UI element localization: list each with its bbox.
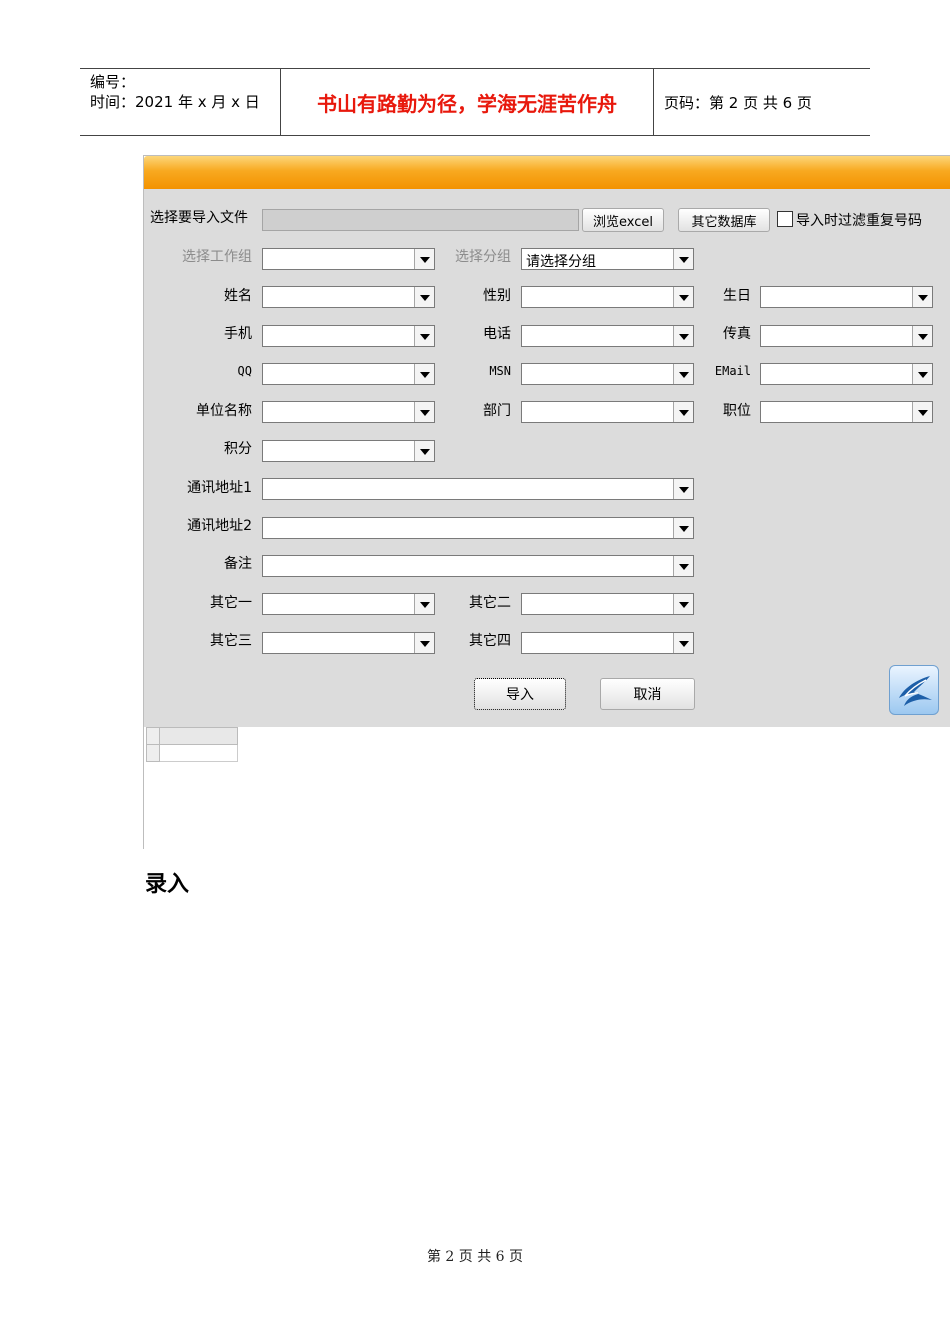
file-label: 选择要导入文件 [150,210,248,226]
chevron-down-icon[interactable] [414,402,434,422]
other4-select[interactable] [521,632,694,654]
other3-select[interactable] [262,632,435,654]
department-label: 部门 [483,403,511,419]
chevron-down-icon[interactable] [414,287,434,307]
chevron-down-icon[interactable] [673,402,693,422]
other-database-button[interactable]: 其它数据库 [678,208,770,232]
msn-label: MSN [489,364,511,378]
gender-label: 性别 [483,288,511,304]
cancel-button[interactable]: 取消 [600,678,695,710]
grid-cell[interactable] [160,745,238,762]
group-label: 选择分组 [455,249,511,265]
phone-select[interactable] [521,325,694,347]
other1-label: 其它一 [210,595,252,611]
header-motto-cell: 书山有路勤为径，学海无涯苦作舟 [281,69,654,135]
points-select[interactable] [262,440,435,462]
other2-label: 其它二 [469,595,511,611]
chevron-down-icon[interactable] [673,633,693,653]
other3-label: 其它三 [210,633,252,649]
swallow-logo-icon[interactable] [889,665,939,715]
data-grid [144,727,950,849]
group-select[interactable]: 请选择分组 [521,248,694,270]
number-label: 编号： [90,73,136,91]
company-label: 单位名称 [196,403,252,419]
remark-select[interactable] [262,555,694,577]
time-label: 时间：2021 年 x 月 x 日 [90,93,260,111]
department-select[interactable] [521,401,694,423]
other2-select[interactable] [521,593,694,615]
grid-row-header[interactable] [146,745,160,762]
swallow-icon [899,676,932,706]
chevron-down-icon[interactable] [673,249,693,269]
address2-select[interactable] [262,517,694,539]
import-form: 选择要导入文件 浏览excel 其它数据库 导入时过滤重复号码 选择工作组 选择… [144,189,950,727]
position-label: 职位 [723,403,751,419]
fax-label: 传真 [723,326,751,342]
chevron-down-icon[interactable] [673,364,693,384]
points-label: 积分 [224,441,252,457]
file-path-input[interactable] [262,209,579,231]
chevron-down-icon[interactable] [912,402,932,422]
chevron-down-icon[interactable] [673,518,693,538]
position-select[interactable] [760,401,933,423]
chevron-down-icon[interactable] [912,287,932,307]
document-header: 编号： 时间：2021 年 x 月 x 日 书山有路勤为径，学海无涯苦作舟 页码… [80,68,870,136]
workgroup-label: 选择工作组 [182,249,252,265]
page-label: 页码：第 2 页 共 6 页 [664,93,812,112]
import-window: 选择要导入文件 浏览excel 其它数据库 导入时过滤重复号码 选择工作组 选择… [143,155,950,849]
chevron-down-icon[interactable] [414,249,434,269]
qq-label: QQ [237,364,252,378]
chevron-down-icon[interactable] [414,364,434,384]
other1-select[interactable] [262,593,435,615]
filter-duplicates-label: 导入时过滤重复号码 [796,213,922,229]
chevron-down-icon[interactable] [673,287,693,307]
chevron-down-icon[interactable] [912,364,932,384]
phone-label: 电话 [483,326,511,342]
section-heading: 录入 [145,872,190,897]
grid-corner-cell[interactable] [146,727,160,745]
grid-header-cell[interactable] [160,727,238,745]
other4-label: 其它四 [469,633,511,649]
page-footer: 第 2 页 共 6 页 [426,1249,524,1265]
group-select-value: 请选择分组 [526,254,596,270]
birthday-select[interactable] [760,286,933,308]
email-select[interactable] [760,363,933,385]
import-button[interactable]: 导入 [474,678,566,710]
gender-select[interactable] [521,286,694,308]
address1-label: 通讯地址1 [187,480,252,496]
msn-select[interactable] [521,363,694,385]
filter-duplicates-checkbox[interactable] [777,211,793,227]
window-titlebar [144,156,950,189]
chevron-down-icon[interactable] [414,326,434,346]
birthday-label: 生日 [723,288,751,304]
chevron-down-icon[interactable] [912,326,932,346]
motto: 书山有路勤为径，学海无涯苦作舟 [317,91,617,116]
address2-label: 通讯地址2 [187,518,252,534]
mobile-label: 手机 [224,326,252,342]
workgroup-select[interactable] [262,248,435,270]
name-select[interactable] [262,286,435,308]
chevron-down-icon[interactable] [414,633,434,653]
chevron-down-icon[interactable] [673,479,693,499]
chevron-down-icon[interactable] [414,594,434,614]
fax-select[interactable] [760,325,933,347]
qq-select[interactable] [262,363,435,385]
remark-label: 备注 [224,556,252,572]
address1-select[interactable] [262,478,694,500]
email-label: EMail [714,364,751,378]
mobile-select[interactable] [262,325,435,347]
header-meta-cell: 编号： 时间：2021 年 x 月 x 日 [80,69,281,135]
chevron-down-icon[interactable] [673,594,693,614]
header-page-cell: 页码：第 2 页 共 6 页 [654,69,870,135]
chevron-down-icon[interactable] [414,441,434,461]
company-select[interactable] [262,401,435,423]
browse-excel-button[interactable]: 浏览excel [582,208,664,232]
chevron-down-icon[interactable] [673,556,693,576]
chevron-down-icon[interactable] [673,326,693,346]
name-label: 姓名 [224,288,252,304]
